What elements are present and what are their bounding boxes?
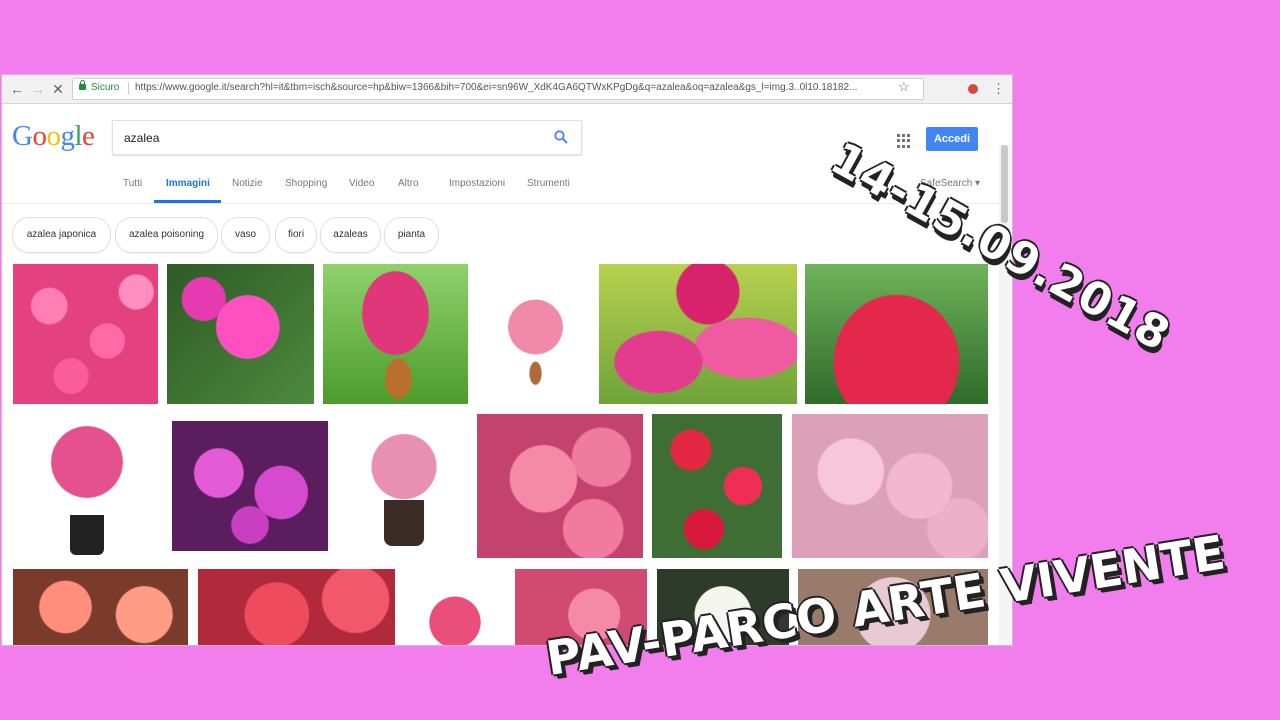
- chip-fiori[interactable]: fiori: [275, 217, 317, 253]
- url-text: https://www.google.it/search?hl=it&tbm=i…: [135, 82, 858, 93]
- chip-azalea-japonica[interactable]: azalea japonica: [12, 217, 111, 253]
- chip-azaleas[interactable]: azaleas: [320, 217, 381, 253]
- image-result[interactable]: [478, 264, 593, 404]
- image-result[interactable]: [652, 414, 782, 558]
- back-arrow-icon[interactable]: ←: [8, 80, 26, 98]
- tab-news[interactable]: Notizie: [232, 178, 263, 189]
- active-tab-indicator: [154, 200, 221, 203]
- lock-icon: [79, 80, 86, 90]
- chip-azalea-poisoning[interactable]: azalea poisoning: [115, 217, 218, 253]
- address-bar: ← → ✕ Sicuro https://www.google.it/searc…: [2, 75, 1012, 104]
- tab-video[interactable]: Video: [349, 178, 374, 189]
- google-logo[interactable]: Google: [12, 120, 95, 153]
- search-input[interactable]: azalea: [112, 120, 582, 155]
- image-result[interactable]: [22, 420, 152, 560]
- image-result[interactable]: [792, 414, 988, 558]
- search-icon[interactable]: [554, 130, 568, 144]
- tab-more[interactable]: Altro: [398, 178, 419, 189]
- chip-vaso[interactable]: vaso: [221, 217, 270, 253]
- tab-shopping[interactable]: Shopping: [285, 178, 327, 189]
- image-result[interactable]: [340, 430, 468, 552]
- stop-loading-icon[interactable]: ✕: [49, 80, 67, 98]
- bookmark-star-icon[interactable]: ☆: [898, 79, 910, 95]
- image-result[interactable]: [403, 569, 507, 645]
- tab-all[interactable]: Tutti: [123, 178, 142, 189]
- signin-button[interactable]: Accedi: [926, 127, 978, 151]
- image-result[interactable]: [323, 264, 468, 404]
- secure-label: Sicuro: [91, 82, 120, 93]
- image-result[interactable]: [599, 264, 797, 404]
- extension-icon[interactable]: [968, 84, 978, 94]
- browser-menu-icon[interactable]: ⋮: [992, 81, 1005, 97]
- image-result[interactable]: [805, 264, 988, 404]
- image-result[interactable]: [167, 264, 314, 404]
- logo-letter: g: [60, 120, 75, 152]
- tab-settings[interactable]: Impostazioni: [449, 178, 505, 189]
- search-query: azalea: [124, 131, 160, 145]
- scrollbar-thumb[interactable]: [1001, 145, 1008, 223]
- apps-grid-icon[interactable]: [897, 134, 911, 148]
- image-result[interactable]: [13, 264, 158, 404]
- logo-letter: l: [74, 120, 83, 152]
- image-result[interactable]: [13, 569, 188, 645]
- omnibox-divider: [128, 82, 129, 95]
- logo-letter: G: [12, 120, 33, 152]
- forward-arrow-icon[interactable]: →: [29, 80, 47, 98]
- logo-letter: e: [82, 120, 95, 152]
- tab-tools[interactable]: Strumenti: [527, 178, 570, 189]
- chip-pianta[interactable]: pianta: [384, 217, 439, 253]
- url-field[interactable]: Sicuro https://www.google.it/search?hl=i…: [72, 78, 924, 100]
- logo-letter: o: [32, 120, 47, 152]
- image-result[interactable]: [477, 414, 643, 558]
- tab-images[interactable]: Immagini: [166, 178, 210, 189]
- logo-letter: o: [46, 120, 61, 152]
- image-result[interactable]: [198, 569, 395, 645]
- image-result[interactable]: [172, 421, 328, 551]
